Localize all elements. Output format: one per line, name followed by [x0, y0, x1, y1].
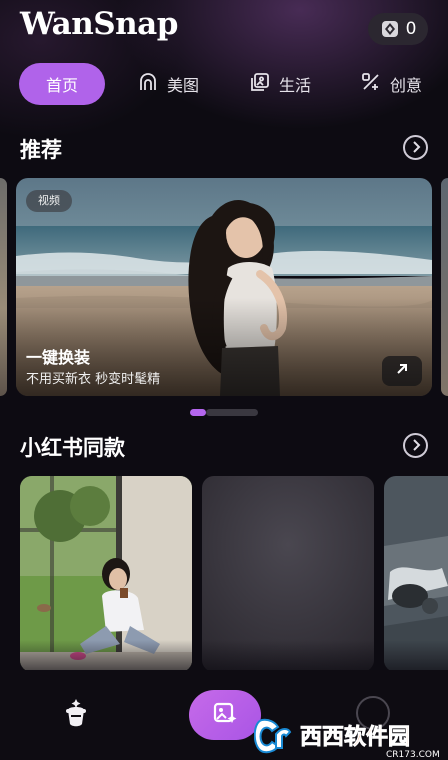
hero-open-button[interactable] [382, 356, 422, 386]
nav-create-button[interactable] [189, 690, 261, 740]
carousel-indicator-track [206, 409, 258, 416]
photo-stack-icon [249, 71, 271, 97]
tab-beauty-label: 美图 [167, 76, 200, 95]
tab-home-label: 首页 [45, 76, 78, 95]
carousel-next-card[interactable] [441, 178, 448, 396]
tab-life[interactable]: 生活 [249, 63, 311, 105]
tab-creative[interactable]: 创意 [360, 63, 422, 105]
section-title-recommend: 推荐 [20, 138, 62, 162]
hero-banner-outfit-change[interactable]: 视频 一键换装 不用买新衣 秒变时髦精 [16, 178, 432, 396]
cr173-watermark-logo: 西西软件园 CR173.COM [254, 718, 440, 760]
watermark-domain: CR173.COM [386, 750, 440, 760]
face-outline-icon [137, 71, 159, 97]
xiaohongshu-more-button[interactable] [403, 433, 428, 458]
carousel-indicator [190, 409, 258, 416]
video-tag: 视频 [26, 190, 72, 212]
nav-home-button[interactable] [58, 696, 94, 732]
recommend-more-button[interactable] [403, 135, 428, 160]
coin-count: 0 [405, 19, 417, 39]
tab-home[interactable]: 首页 [19, 63, 105, 105]
image-sparkle-icon [212, 700, 238, 730]
category-tabs: 首页 美图 生活 创意 [0, 62, 448, 106]
hero-subtitle: 不用买新衣 秒变时髦精 [26, 372, 161, 387]
tab-beauty[interactable]: 美图 [137, 63, 199, 105]
section-title-xiaohongshu: 小红书同款 [20, 436, 125, 460]
hero-title: 一键换装 [26, 348, 91, 367]
magic-hat-icon [58, 699, 94, 736]
carousel-prev-card[interactable] [0, 178, 7, 396]
magic-wand-icon [360, 71, 382, 97]
watermark-text: 西西软件园 [300, 724, 410, 750]
tab-creative-label: 创意 [390, 76, 423, 95]
chevron-right-icon [411, 138, 421, 157]
chevron-right-icon [411, 436, 421, 455]
app-title: WanSnap [20, 6, 178, 42]
gem-coin-icon [380, 19, 400, 39]
coin-balance-button[interactable]: 0 [368, 13, 428, 45]
carousel-indicator-active [190, 409, 206, 416]
arrow-up-right-icon [394, 361, 410, 381]
tab-life-label: 生活 [279, 76, 312, 95]
